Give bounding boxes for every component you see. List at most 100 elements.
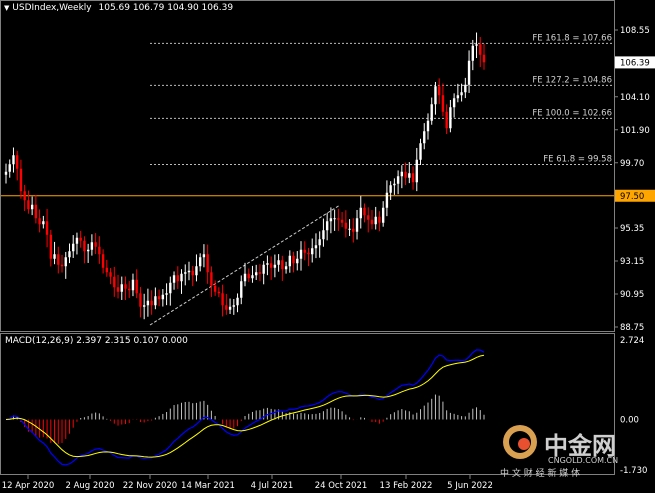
candle-body: [172, 275, 176, 283]
candle-body: [303, 249, 306, 253]
candle-body: [221, 293, 224, 306]
candle-body: [53, 254, 56, 259]
candle-body: [255, 272, 258, 276]
price-tick-label: 108.55: [620, 26, 650, 36]
candle-body: [396, 176, 400, 184]
candle-body: [269, 263, 273, 268]
candle-body: [202, 254, 206, 258]
candle-body: [348, 228, 351, 230]
ohlc-values: 105.69 106.79 104.90 106.39: [98, 3, 234, 13]
candle-body: [45, 221, 49, 235]
candle-body: [426, 120, 430, 132]
candle-body: [105, 267, 109, 273]
candle-body: [367, 215, 370, 220]
chart-canvas[interactable]: FE 161.8 = 107.66 FE 127.2 = 104.86 FE 100…: [0, 0, 655, 493]
candle-body: [42, 221, 45, 225]
candle-body: [243, 273, 247, 282]
candle-body: [452, 98, 456, 108]
candle-body: [180, 273, 183, 282]
candle-body: [128, 288, 131, 291]
chart-window[interactable]: FE 161.8 = 107.66 FE 127.2 = 104.86 FE 100…: [0, 0, 655, 493]
candle-body: [198, 257, 202, 267]
candle-body: [139, 293, 142, 307]
candle-body: [217, 291, 221, 294]
candle-body: [266, 263, 269, 265]
candle-body: [251, 275, 254, 279]
candle-body: [277, 260, 280, 265]
candle-body: [135, 279, 138, 294]
candle-body: [482, 54, 486, 63]
watermark-site: CNGOLD.COM.CN: [548, 456, 619, 465]
price-tick-label: 90.95: [620, 290, 644, 300]
fib-level-label: FE 100.0 = 102.66: [532, 108, 612, 118]
candle-body: [187, 270, 191, 273]
candle-body: [359, 207, 362, 219]
candle-body: [411, 173, 415, 183]
candle-body: [307, 252, 310, 255]
candle-body: [449, 107, 452, 129]
candle-body: [471, 45, 474, 61]
candle-body: [475, 44, 478, 46]
candle-body: [79, 237, 82, 241]
candle-body: [434, 86, 437, 105]
candle-body: [381, 207, 385, 223]
candle-body: [415, 159, 418, 183]
candle-body: [325, 221, 329, 231]
candle-body: [8, 164, 11, 172]
price-tick-label: 88.75: [620, 323, 644, 333]
candle-body: [49, 234, 53, 259]
candle-body: [12, 155, 15, 165]
candle-body: [236, 297, 239, 306]
time-tick-label: 4 Jul 2021: [251, 481, 294, 491]
candle-body: [4, 171, 8, 175]
candle-body: [355, 218, 359, 232]
time-tick-label: 24 Oct 2021: [315, 481, 368, 491]
candle-body: [389, 185, 392, 193]
candle-body: [352, 228, 355, 232]
candle-body: [299, 249, 303, 259]
candle-body: [109, 272, 112, 277]
candle-body: [124, 284, 127, 289]
cngold-logo-icon: [503, 425, 537, 459]
candle-body: [273, 264, 277, 268]
candle-body: [184, 272, 187, 274]
candle-body: [281, 260, 284, 270]
time-tick-label: 13 Feb 2022: [380, 481, 433, 491]
candle-body: [262, 264, 265, 274]
collapse-arrow-icon[interactable]: ▼: [4, 4, 9, 12]
candle-body: [258, 272, 262, 274]
candle-body: [441, 95, 445, 112]
fib-level-label: FE 161.8 = 107.66: [532, 33, 612, 43]
candle-body: [329, 218, 333, 222]
candle-body: [60, 264, 64, 267]
candle-body: [68, 251, 71, 258]
candle-body: [169, 282, 172, 294]
macd-tick-label: -1.730: [620, 466, 647, 476]
symbol-label: USDIndex,Weekly: [12, 3, 92, 13]
candle-body: [154, 296, 157, 306]
candle-body: [370, 219, 374, 225]
candle-body: [142, 305, 146, 307]
candle-body: [479, 44, 482, 55]
candle-body: [210, 272, 213, 286]
candle-body: [393, 183, 396, 186]
candle-body: [116, 287, 120, 292]
candle-body: [333, 218, 336, 220]
candle-body: [400, 171, 404, 177]
candle-body: [57, 254, 60, 265]
candle-body: [195, 266, 198, 276]
macd-tick-label: 2.724: [620, 336, 644, 346]
candle-body: [23, 191, 26, 201]
candle-body: [423, 131, 426, 144]
candle-body: [460, 92, 463, 96]
candle-body: [34, 204, 38, 219]
candle-body: [98, 246, 101, 255]
candle-body: [292, 255, 295, 264]
time-tick-label: 5 Jun 2022: [447, 481, 493, 491]
hline-price-label: 97.50: [620, 192, 644, 202]
candle-body: [64, 257, 67, 267]
macd-title: MACD(12,26,9) 2.397 2.315 0.107 0.000: [5, 336, 188, 346]
candle-body: [430, 104, 433, 121]
candle-body: [131, 279, 135, 291]
candle-body: [456, 95, 460, 99]
